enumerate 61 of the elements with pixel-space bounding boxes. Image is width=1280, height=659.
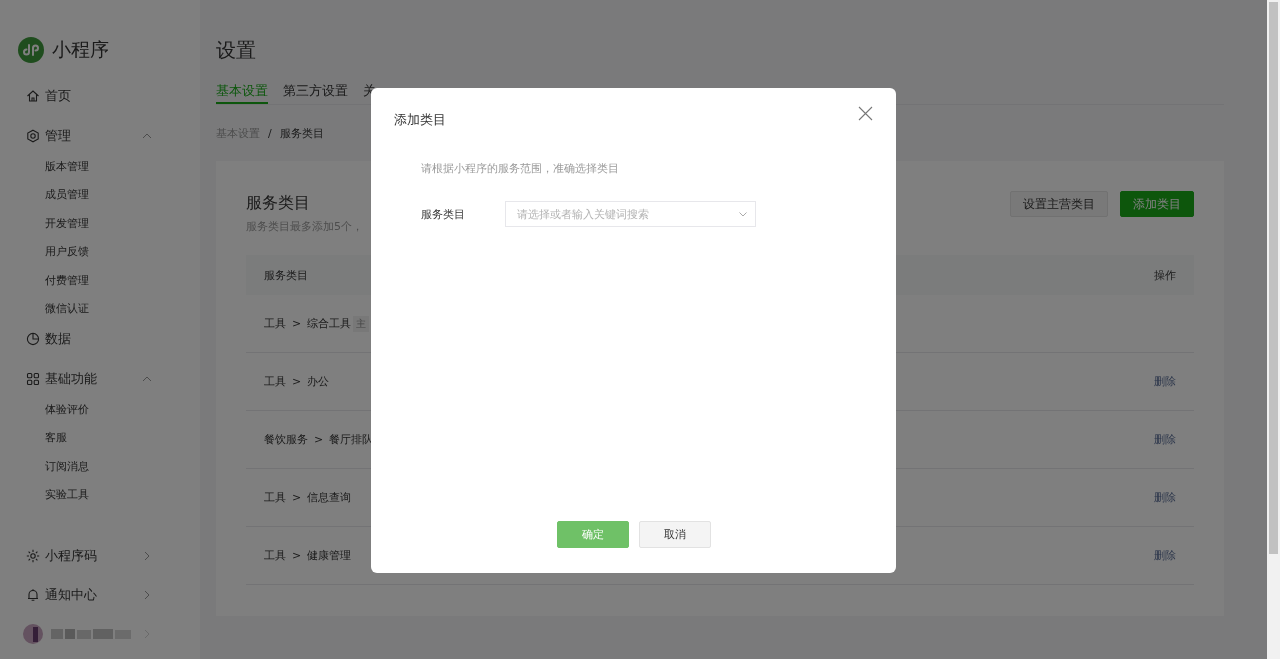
- category-name: 综合工具: [307, 316, 352, 331]
- nav-item[interactable]: 管理: [18, 121, 153, 151]
- path-separator: >: [292, 491, 302, 504]
- category-name: 工具: [264, 548, 286, 563]
- nav-subitem[interactable]: 版本管理: [18, 152, 200, 182]
- nav-subitem[interactable]: 付费管理: [18, 266, 200, 296]
- chevron-icon: [738, 209, 748, 219]
- nav-subitem[interactable]: 用户反馈: [18, 238, 200, 267]
- category-name: 餐厅排队: [329, 432, 374, 447]
- add-category-button[interactable]: 添加类目: [1120, 191, 1194, 217]
- nav-subitem[interactable]: 体验评价: [18, 395, 200, 425]
- nav-subitem[interactable]: 开发管理: [18, 209, 200, 239]
- delete-link[interactable]: 删除: [1154, 549, 1176, 562]
- breadcrumb-current: 服务类目: [279, 126, 324, 142]
- card-title: 服务类目: [246, 193, 311, 213]
- path-separator: >: [292, 375, 302, 388]
- nav-item[interactable]: 数据: [18, 324, 153, 355]
- nav-item[interactable]: 通知中心: [18, 575, 153, 614]
- dialog-title: 添加类目: [394, 112, 446, 128]
- nav-subitem[interactable]: 微信认证: [18, 295, 200, 325]
- category-name: 工具: [264, 374, 286, 389]
- nav-item[interactable]: 首页: [18, 81, 153, 111]
- nav-subitem[interactable]: 成员管理: [18, 181, 200, 210]
- pie-chart-icon: [26, 332, 40, 347]
- page-title: 设置: [216, 37, 257, 64]
- dialog-hint: 请根据小程序的服务范围，准确选择类目: [421, 161, 620, 177]
- sun-icon: [26, 548, 40, 563]
- set-main-category-button[interactable]: 设置主营类目: [1010, 191, 1108, 217]
- breadcrumb-separator: /: [268, 126, 272, 142]
- path-separator: >: [292, 549, 302, 562]
- scrollbar-thumb[interactable]: [1269, 2, 1278, 554]
- settings-icon: [26, 129, 40, 143]
- category-name: 工具: [264, 316, 286, 331]
- nav-subitem[interactable]: 实验工具: [18, 481, 200, 510]
- category-select[interactable]: 请选择或者输入关键词搜索: [505, 201, 756, 227]
- nav-item[interactable]: 小程序码: [18, 536, 153, 575]
- bell-icon: [26, 587, 40, 602]
- field-label: 服务类目: [421, 206, 466, 222]
- grid-icon: [26, 372, 40, 387]
- column-header: 服务类目: [264, 268, 308, 282]
- delete-link[interactable]: 删除: [1154, 491, 1176, 504]
- category-name: 健康管理: [307, 548, 352, 563]
- home-icon: [26, 89, 40, 103]
- category-name: 办公: [307, 374, 330, 389]
- path-separator: >: [314, 433, 324, 446]
- category-name: 工具: [264, 490, 286, 505]
- category-name: 信息查询: [307, 490, 352, 505]
- delete-link[interactable]: 删除: [1154, 375, 1176, 388]
- app-name: 小程序: [52, 37, 109, 62]
- close-icon[interactable]: [858, 106, 873, 121]
- path-separator: >: [292, 317, 302, 330]
- delete-link[interactable]: 删除: [1154, 433, 1176, 446]
- category-name: 餐饮服务: [264, 432, 308, 447]
- nav-item[interactable]: 基础功能: [18, 364, 153, 395]
- logo-icon: [18, 37, 44, 63]
- avatar-icon[interactable]: [23, 623, 43, 644]
- nav-subitem[interactable]: 订阅消息: [18, 452, 200, 482]
- tab[interactable]: 第三方设置: [283, 80, 348, 104]
- cancel-button[interactable]: 取消: [638, 521, 711, 548]
- nav-subitem[interactable]: 客服: [18, 424, 200, 453]
- column-header: 操作: [1154, 268, 1176, 282]
